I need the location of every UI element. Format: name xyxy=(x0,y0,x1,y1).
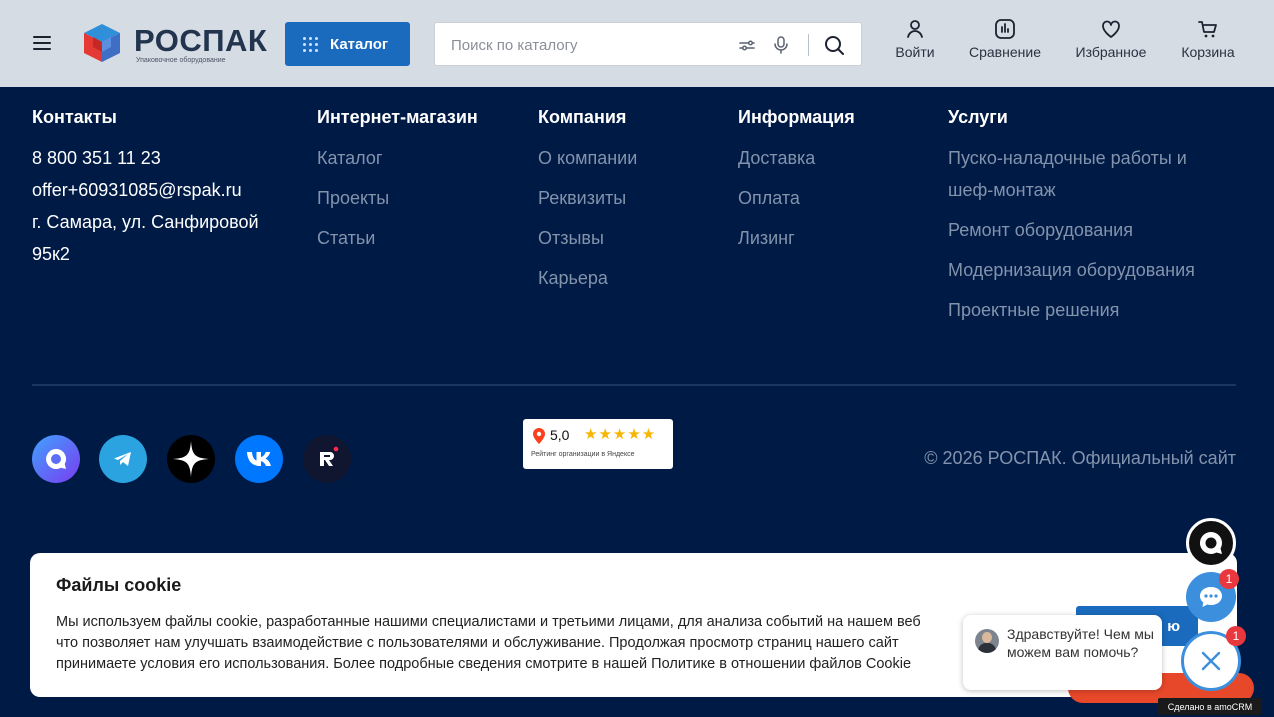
footer-link-delivery[interactable]: Доставка xyxy=(738,142,855,174)
catalog-button-label: Каталог xyxy=(330,35,389,53)
cart-label: Корзина xyxy=(1181,44,1235,60)
cookie-text-line-2: что позволяет нам улучшать взаимодействи… xyxy=(56,635,899,651)
max-chat-icon xyxy=(1199,531,1222,554)
login-button[interactable]: Войти xyxy=(893,18,937,68)
info-title: Информация xyxy=(738,107,855,127)
footer-link-careers[interactable]: Карьера xyxy=(538,262,637,294)
dzen-icon[interactable] xyxy=(167,435,215,483)
footer-link-modernization[interactable]: Модернизация оборудования xyxy=(948,254,1238,286)
shop-title: Интернет-магазин xyxy=(317,107,478,127)
cookie-text: Мы используем файлы cookie, разработанны… xyxy=(56,612,976,675)
rutube-icon[interactable] xyxy=(303,435,351,483)
filter-icon[interactable] xyxy=(737,35,757,55)
footer-link-leasing[interactable]: Лизинг xyxy=(738,222,855,254)
footer-link-projects[interactable]: Проекты xyxy=(317,182,478,214)
cart-icon xyxy=(1198,21,1217,38)
footer-link-repair[interactable]: Ремонт оборудования xyxy=(948,214,1238,246)
cookie-text-line-1: Мы используем файлы cookie, разработанны… xyxy=(56,614,921,630)
compare-button[interactable]: Сравнение xyxy=(965,18,1045,68)
compare-label: Сравнение xyxy=(969,44,1041,60)
footer-link-reviews[interactable]: Отзывы xyxy=(538,222,637,254)
chat-unread-badge: 1 xyxy=(1219,569,1239,589)
login-label: Войти xyxy=(895,44,935,60)
footer-link-about[interactable]: О компании xyxy=(538,142,637,174)
rating-value: 5,0 xyxy=(550,427,570,443)
user-icon xyxy=(907,20,923,38)
phone-link[interactable]: 8 800 351 11 23 xyxy=(32,142,292,174)
logo-cube-icon xyxy=(84,24,120,62)
shop-column: Интернет-магазин Каталог Проекты Статьи xyxy=(317,105,478,254)
compare-icon xyxy=(995,19,1015,39)
cookie-accept-label: ю xyxy=(1167,617,1180,635)
email-link[interactable]: offer+60931085@rspak.ru xyxy=(32,174,292,206)
rating-stars: ★★★★★ xyxy=(584,426,657,443)
services-title: Услуги xyxy=(948,107,1008,127)
search-input[interactable] xyxy=(451,34,721,56)
company-title: Компания xyxy=(538,107,627,127)
cookie-text-line-3: принимаете условия его использования. Бо… xyxy=(56,656,912,672)
contacts-column: Контакты 8 800 351 11 23 offer+60931085@… xyxy=(32,105,292,270)
footer-link-commissioning-cont[interactable]: шеф-монтаж xyxy=(948,174,1238,206)
chat-greeting-text: Здравствуйте! Чем мы можем вам помочь? xyxy=(1007,626,1154,660)
address-line-1: г. Самара, ул. Санфировой xyxy=(32,212,259,232)
map-pin-icon xyxy=(533,428,545,444)
chat-greeting-bubble[interactable]: Здравствуйте! Чем мы можем вам помочь? xyxy=(963,615,1162,690)
services-column: Услуги Пуско-наладочные работы и шеф-мон… xyxy=(948,105,1238,326)
chat-icon xyxy=(1200,587,1222,607)
close-icon xyxy=(1201,651,1221,671)
grid-icon xyxy=(303,36,318,52)
operator-avatar xyxy=(975,629,999,653)
footer-link-requisites[interactable]: Реквизиты xyxy=(538,182,637,214)
logo-subtitle: Упаковочное оборудование xyxy=(136,57,226,64)
yandex-rating-badge[interactable]: 5,0 ★★★★★ Рейтинг организации в Яндексе xyxy=(523,419,673,469)
footer-link-commissioning[interactable]: Пуско-наладочные работы и xyxy=(948,142,1238,174)
info-column: Информация Доставка Оплата Лизинг xyxy=(738,105,855,254)
search-icon[interactable] xyxy=(823,34,845,56)
menu-icon[interactable] xyxy=(33,36,51,50)
company-column: Компания О компании Реквизиты Отзывы Кар… xyxy=(538,105,637,294)
logo-text: РОСПАК xyxy=(134,23,268,58)
address-line-2: 95к2 xyxy=(32,244,70,264)
max-chat-button[interactable] xyxy=(1186,518,1236,568)
max-icon[interactable] xyxy=(32,435,80,483)
cookie-title: Файлы cookie xyxy=(56,575,182,595)
footer-link-articles[interactable]: Статьи xyxy=(317,222,478,254)
footer-divider xyxy=(32,384,1236,386)
cart-button[interactable]: Корзина xyxy=(1177,18,1239,68)
site-logo[interactable]: РОСПАК Упаковочное оборудование xyxy=(82,20,267,66)
heart-icon xyxy=(1102,20,1120,38)
footer-link-project-solutions[interactable]: Проектные решения xyxy=(948,294,1238,326)
catalog-button[interactable]: Каталог xyxy=(285,22,410,66)
copyright: © 2026 РОСПАК. Официальный сайт xyxy=(924,448,1236,468)
search-divider xyxy=(808,34,809,56)
footer-link-payment[interactable]: Оплата xyxy=(738,182,855,214)
footer-link-catalog[interactable]: Каталог xyxy=(317,142,478,174)
vk-icon[interactable] xyxy=(235,435,283,483)
rating-caption: Рейтинг организации в Яндексе xyxy=(531,451,635,458)
favorites-label: Избранное xyxy=(1075,44,1147,60)
chat-close-badge: 1 xyxy=(1226,626,1246,646)
site-header: РОСПАК Упаковочное оборудование Каталог … xyxy=(0,0,1274,87)
favorites-button[interactable]: Избранное xyxy=(1071,18,1151,68)
microphone-icon[interactable] xyxy=(771,35,791,55)
contacts-title: Контакты xyxy=(32,107,117,127)
telegram-icon[interactable] xyxy=(99,435,147,483)
amocrm-credit[interactable]: Сделано в amoCRM xyxy=(1158,698,1262,715)
search-bar xyxy=(434,22,862,66)
